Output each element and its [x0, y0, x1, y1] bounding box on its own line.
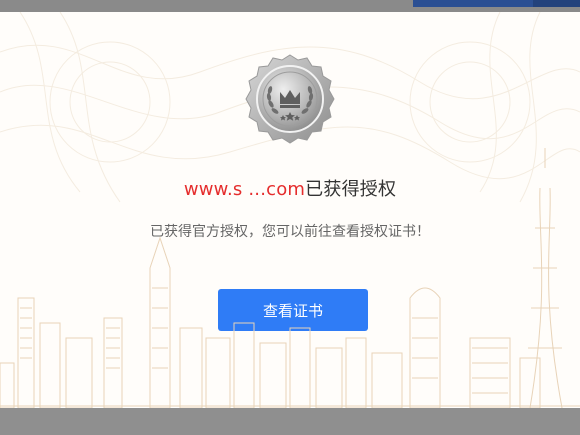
background-header-tab	[413, 0, 533, 7]
authorization-modal: www.s ...com已获得授权 已获得官方授权，您可以前往查看授权证书！ 查…	[0, 12, 580, 408]
silver-badge-icon	[245, 54, 335, 144]
city-skyline-illustration	[0, 148, 580, 408]
background-overlay-bottom	[0, 408, 580, 435]
background-header-tab-edge	[533, 0, 580, 7]
